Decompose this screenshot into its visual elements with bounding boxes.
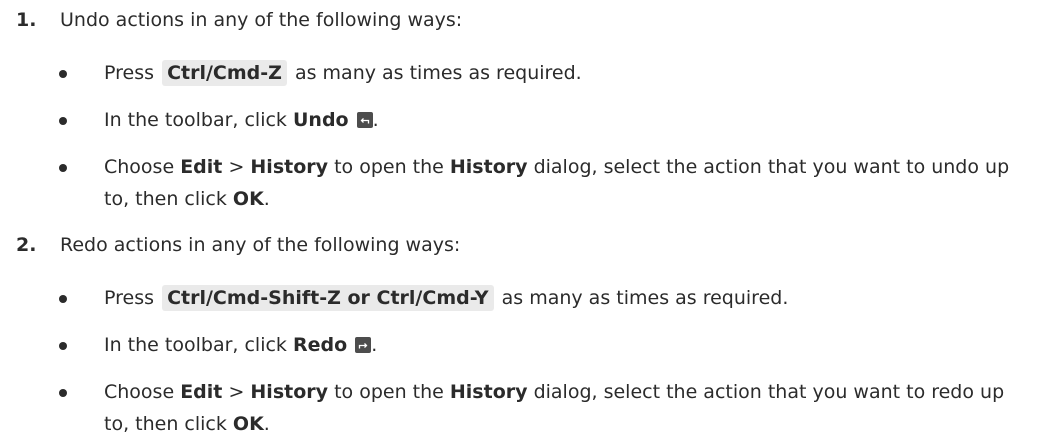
- bullet-prefix: Press: [104, 62, 155, 84]
- bullet-text: In the toolbar, click Undo .: [104, 104, 1033, 136]
- bullet-suffix: as many as times as required.: [501, 287, 789, 309]
- bullet-dot: [59, 389, 67, 397]
- bullet-text: Choose Edit > History to open the Histor…: [104, 151, 1033, 215]
- bullet-suffix: .: [263, 188, 270, 210]
- bullet-text-middle: to open the: [334, 156, 444, 178]
- ok-label: OK: [232, 188, 264, 210]
- menu-separator: >: [228, 156, 245, 178]
- step-1-number: 1.: [16, 9, 37, 31]
- step-1-text: Undo actions in any of the following way…: [60, 9, 463, 31]
- keyboard-shortcut: Ctrl/Cmd-Z: [162, 60, 287, 86]
- bullet-text: Choose Edit > History to open the Histor…: [104, 376, 1033, 440]
- redo-icon: [355, 337, 372, 353]
- bullet-dot: [59, 342, 67, 350]
- menu-separator: >: [228, 381, 245, 403]
- bullet-dot: [59, 70, 67, 78]
- step-2-number: 2.: [16, 234, 37, 256]
- dialog-name: History: [449, 381, 528, 403]
- bullet-suffix: .: [371, 334, 378, 356]
- ok-label: OK: [232, 413, 264, 435]
- bullet-text-middle: to open the: [334, 381, 444, 403]
- bullet-text: Press Ctrl/Cmd-Shift-Z or Ctrl/Cmd-Y as …: [104, 282, 1033, 314]
- bullet-suffix: .: [263, 413, 270, 435]
- bullet-prefix: Choose: [104, 156, 175, 178]
- instructions-document: 1. Undo actions in any of the following …: [0, 0, 1053, 435]
- bullet-prefix: Press: [104, 287, 155, 309]
- bullet-dot: [59, 295, 67, 303]
- bullet-prefix: Choose: [104, 381, 175, 403]
- keyboard-shortcut: Ctrl/Cmd-Shift-Z or Ctrl/Cmd-Y: [162, 285, 494, 311]
- menu-item-name: History: [250, 156, 329, 178]
- menu-name: Edit: [180, 381, 223, 403]
- bullet-suffix: .: [372, 109, 379, 131]
- bullet-prefix: In the toolbar, click: [104, 109, 287, 131]
- dialog-name: History: [449, 156, 528, 178]
- bullet-dot: [59, 117, 67, 125]
- bullet-dot: [59, 164, 67, 172]
- bullet-suffix: as many as times as required.: [294, 62, 582, 84]
- toolbar-action-name: Undo: [292, 109, 349, 131]
- step-2-text: Redo actions in any of the following way…: [60, 234, 461, 256]
- menu-name: Edit: [180, 156, 223, 178]
- undo-icon: [356, 112, 373, 128]
- bullet-text: In the toolbar, click Redo .: [104, 329, 1033, 361]
- bullet-text: Press Ctrl/Cmd-Z as many as times as req…: [104, 57, 1033, 89]
- toolbar-action-name: Redo: [292, 334, 348, 356]
- menu-item-name: History: [250, 381, 329, 403]
- bullet-prefix: In the toolbar, click: [104, 334, 287, 356]
